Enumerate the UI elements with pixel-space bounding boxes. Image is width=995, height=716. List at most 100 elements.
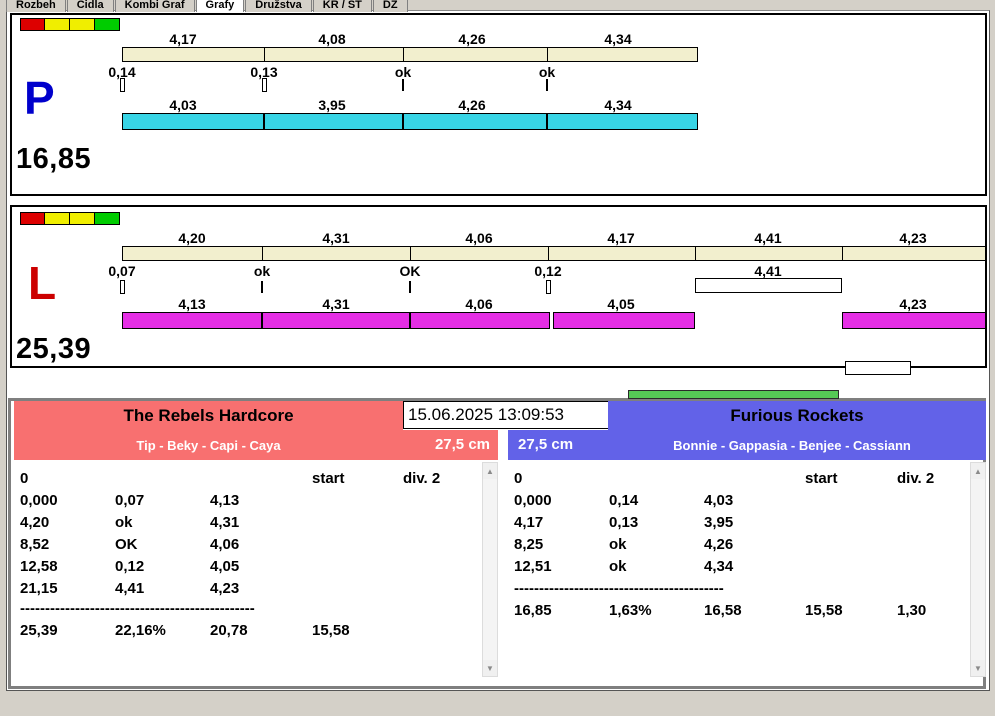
cell: 4,05 xyxy=(210,558,240,575)
change-time-label: ok xyxy=(394,64,412,80)
cell: 4,13 xyxy=(210,492,240,509)
cell: 1,63% xyxy=(609,602,652,619)
tab-cidla[interactable]: Cidla xyxy=(66,0,114,12)
right-team-name: Furious Rockets xyxy=(730,405,864,425)
left-team-members: Tip - Beky - Capi - Caya xyxy=(136,438,281,453)
progress-strip xyxy=(628,390,839,399)
legend-green-box xyxy=(95,18,120,31)
cell xyxy=(897,514,962,531)
bar-segment xyxy=(265,48,404,61)
cell: 4,26 xyxy=(704,536,734,553)
segment-time-label: 4,26 xyxy=(458,97,486,113)
bar-segment xyxy=(404,48,548,61)
table-row: 4,17 0,13 3,95 xyxy=(514,514,962,531)
cell: 0,13 xyxy=(609,514,639,531)
totals-row: 25,39 22,16% 20,78 15,58 xyxy=(20,622,470,639)
tab-rozbeh[interactable]: Rozbeh xyxy=(6,0,66,12)
lane-total-p: 16,85 xyxy=(16,143,92,175)
time-bar-top xyxy=(122,246,986,261)
tab-kr-st[interactable]: KR / ST xyxy=(312,0,372,12)
segment-time-label: 4,06 xyxy=(465,230,493,246)
right-team-header: Furious Rockets xyxy=(608,401,986,430)
segment-time-label: 4,23 xyxy=(899,296,927,312)
tab-kombi-graf[interactable]: Kombi Graf xyxy=(114,0,195,12)
cell: 16,58 xyxy=(704,602,742,619)
status-legend xyxy=(20,212,120,225)
cell: 0 xyxy=(20,470,29,487)
segment-time-label: 4,34 xyxy=(604,97,632,113)
cell: 12,58 xyxy=(20,558,58,575)
left-results-table[interactable]: 0 start div. 2 0,000 0,07 4,13 4,20 ok 4… xyxy=(14,462,498,677)
bar-segment xyxy=(123,114,265,129)
segment-time-label: 4,05 xyxy=(607,296,635,312)
legend-yellow-box-1 xyxy=(45,212,70,225)
cell: 15,58 xyxy=(312,622,350,639)
bar-segment xyxy=(404,114,548,129)
cell xyxy=(609,470,704,487)
tab-grafy[interactable]: Grafy xyxy=(195,0,245,12)
left-table-scrollbar[interactable]: ▲ ▼ xyxy=(482,462,498,677)
right-results-table[interactable]: 0 start div. 2 0,000 0,14 4,03 4,17 0,13… xyxy=(508,462,986,677)
segment-time-label: 4,31 xyxy=(322,296,350,312)
bar-segment xyxy=(554,313,694,328)
legend-yellow-box-2 xyxy=(70,212,95,225)
cell: 0,07 xyxy=(115,492,145,509)
segment-time-label: 4,06 xyxy=(465,296,493,312)
scroll-down-icon[interactable]: ▼ xyxy=(483,660,497,676)
table-row: 21,15 4,41 4,23 xyxy=(20,580,470,597)
split-tick xyxy=(261,281,263,293)
tab-druzstva[interactable]: Družstva xyxy=(245,0,312,12)
cell: 4,41 xyxy=(115,580,145,597)
segment-time-label: 4,20 xyxy=(178,230,206,246)
status-legend xyxy=(20,18,120,31)
cell: OK xyxy=(115,536,138,553)
cell xyxy=(403,622,470,639)
table-row: 12,51 ok 4,34 xyxy=(514,558,962,575)
scroll-up-icon[interactable]: ▲ xyxy=(483,463,497,479)
cell xyxy=(805,492,897,509)
bar-segment xyxy=(123,48,265,61)
cell xyxy=(403,492,470,509)
cell: 16,85 xyxy=(514,602,552,619)
cell xyxy=(115,470,210,487)
cell: 15,58 xyxy=(805,602,843,619)
lane-total-l: 25,39 xyxy=(16,333,92,365)
cell: div. 2 xyxy=(897,470,935,487)
segment-time-label: 4,34 xyxy=(604,31,632,47)
cell: 4,20 xyxy=(20,514,50,531)
cell xyxy=(403,558,470,575)
bar-segment xyxy=(263,313,411,328)
totals-row: 16,85 1,63% 16,58 15,58 1,30 xyxy=(514,602,962,619)
split-tick xyxy=(402,79,404,91)
scroll-down-icon[interactable]: ▼ xyxy=(971,660,985,676)
segment-time-label: 4,26 xyxy=(458,31,486,47)
cell: 1,30 xyxy=(897,602,927,619)
segment-time-label: 4,08 xyxy=(318,31,346,47)
cell: div. 2 xyxy=(403,470,441,487)
bar-segment xyxy=(263,247,411,260)
time-bar-bottom xyxy=(122,113,698,130)
cell: 25,39 xyxy=(20,622,58,639)
bar-segment xyxy=(265,114,404,129)
split-tick xyxy=(120,280,125,294)
scroll-up-icon[interactable]: ▲ xyxy=(971,463,985,479)
small-value-box xyxy=(845,361,911,375)
cell xyxy=(403,536,470,553)
bar-segment xyxy=(548,114,697,129)
cell xyxy=(312,558,403,575)
segment-time-label: 3,95 xyxy=(318,97,346,113)
cell xyxy=(210,470,312,487)
bar-segment xyxy=(696,247,843,260)
scoreboard-panel: The Rebels Hardcore 15.06.2025 13:09:53 … xyxy=(8,398,986,689)
tab-dz[interactable]: DZ xyxy=(372,0,408,12)
lane-panel-p: 4,17 4,08 4,26 4,34 0,14 0,13 ok ok P 4,… xyxy=(10,13,987,196)
cell: 4,34 xyxy=(704,558,734,575)
legend-yellow-box-2 xyxy=(70,18,95,31)
table-header-row: 0 start div. 2 xyxy=(514,470,962,487)
right-table-scrollbar[interactable]: ▲ ▼ xyxy=(970,462,986,677)
cell: 0,000 xyxy=(20,492,58,509)
left-team-header: The Rebels Hardcore xyxy=(14,401,403,430)
bar-segment xyxy=(843,313,985,328)
segment-time-label: 4,13 xyxy=(178,296,206,312)
cell: 4,03 xyxy=(704,492,734,509)
